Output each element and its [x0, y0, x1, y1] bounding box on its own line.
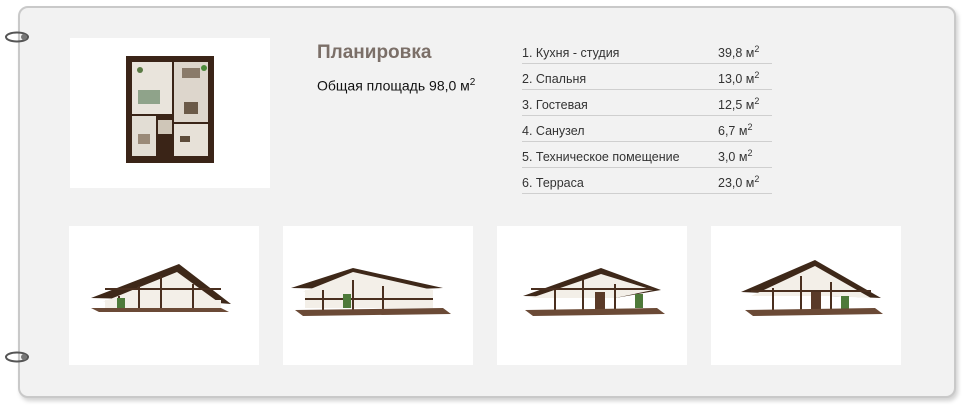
total-area: Общая площадь 98,0 м2	[317, 77, 476, 94]
room-area: 13,0 м2	[718, 70, 760, 87]
render-gallery	[69, 226, 901, 366]
list-item: 6. Терраса 23,0 м2	[522, 168, 772, 194]
room-name: 6. Терраса	[522, 176, 584, 191]
house-render-thumbnail[interactable]	[497, 226, 687, 365]
list-item: 4. Санузел 6,7 м2	[522, 116, 772, 142]
room-name: 2. Спальня	[522, 72, 587, 87]
binder-ring-icon	[5, 31, 29, 43]
house-render-thumbnail[interactable]	[283, 226, 473, 365]
room-area: 12,5 м2	[718, 96, 760, 113]
room-name: 5. Техническое помещение	[522, 150, 680, 165]
binder-ring-icon	[5, 351, 29, 363]
list-item: 1. Кухня - студия 39,8 м2	[522, 38, 772, 64]
room-list: 1. Кухня - студия 39,8 м2 2. Спальня 13,…	[522, 38, 772, 194]
room-name: 3. Гостевая	[522, 98, 588, 113]
room-area: 23,0 м2	[718, 174, 760, 191]
room-area: 6,7 м2	[718, 122, 753, 139]
list-item: 5. Техническое помещение 3,0 м2	[522, 142, 772, 168]
list-item: 2. Спальня 13,0 м2	[522, 64, 772, 90]
room-area: 3,0 м2	[718, 148, 753, 165]
room-name: 4. Санузел	[522, 124, 585, 139]
list-item: 3. Гостевая 12,5 м2	[522, 90, 772, 116]
page-title: Планировка	[317, 42, 432, 63]
house-render-thumbnail[interactable]	[69, 226, 259, 365]
room-area: 39,8 м2	[718, 44, 760, 61]
house-render-thumbnail[interactable]	[711, 226, 901, 365]
floor-plan-image[interactable]	[70, 38, 270, 188]
room-name: 1. Кухня - студия	[522, 46, 620, 61]
